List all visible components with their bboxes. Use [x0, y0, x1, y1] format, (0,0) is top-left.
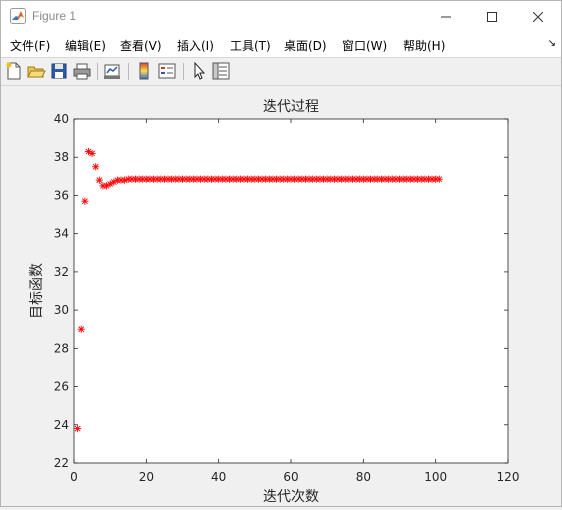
menu-file[interactable]: 文件(F): [10, 37, 50, 54]
x-axis-label: 迭代次数: [263, 489, 319, 505]
menu-tools[interactable]: 工具(T): [230, 37, 271, 54]
toolbar-separator: [128, 63, 129, 80]
minimize-icon: [441, 16, 451, 17]
x-tick-label: 40: [211, 470, 226, 484]
axes-background[interactable]: [73, 118, 509, 464]
data-point: [88, 149, 96, 157]
chart-title: 迭代过程: [263, 99, 319, 115]
data-point: [74, 425, 82, 433]
x-tick-label: 0: [70, 470, 78, 484]
chevron-icon[interactable]: ↘: [548, 38, 556, 49]
menu-window[interactable]: 窗口(W): [342, 37, 387, 54]
y-tick-label: 30: [54, 303, 69, 317]
y-axis-label: 目标函数: [29, 263, 45, 319]
x-tick-label: 100: [424, 470, 447, 484]
x-tick-label: 60: [283, 470, 298, 484]
y-tick-label: 40: [54, 112, 69, 126]
x-tick-label: 120: [497, 470, 520, 484]
property-inspector-icon[interactable]: [211, 61, 231, 81]
link-plot-icon[interactable]: [102, 61, 122, 81]
data-point: [77, 325, 85, 333]
menu-insert[interactable]: 插入(I): [177, 37, 214, 54]
y-tick-label: 36: [54, 188, 69, 202]
maximize-button[interactable]: [469, 1, 515, 32]
y-tick-label: 34: [54, 227, 69, 241]
open-file-icon[interactable]: [26, 61, 46, 81]
menu-desktop[interactable]: 桌面(D): [284, 37, 327, 54]
menu-bar: 文件(F) 编辑(E) 查看(V) 插入(I) 工具(T) 桌面(D) 窗口(W…: [1, 32, 561, 57]
figure-canvas: 迭代过程 迭代次数 目标函数 0 20 40 60 80 100 120 22 24 26 28 30…: [1, 86, 561, 506]
insert-legend-icon[interactable]: [157, 61, 177, 81]
figure-window: Figure 1 文件(F) 编辑(E) 查看(V) 插入(I) 工具(T) 桌…: [0, 0, 562, 507]
window-title: Figure 1: [32, 9, 77, 23]
y-tick-label: 22: [54, 456, 69, 470]
minimize-button[interactable]: [423, 1, 469, 32]
y-tick-label: 24: [54, 418, 69, 432]
y-tick-label: 32: [54, 265, 69, 279]
x-tick-label: 80: [356, 470, 371, 484]
insert-colorbar-icon[interactable]: [134, 61, 154, 81]
menu-help[interactable]: 帮助(H): [403, 37, 445, 54]
toolbar-separator: [97, 63, 98, 80]
new-figure-icon[interactable]: [4, 61, 24, 81]
title-bar[interactable]: Figure 1: [1, 1, 561, 32]
save-icon[interactable]: [49, 61, 69, 81]
print-icon[interactable]: [72, 61, 92, 81]
menu-view[interactable]: 查看(V): [120, 37, 162, 54]
data-point: [435, 175, 443, 183]
edit-plot-icon[interactable]: [189, 61, 209, 81]
data-point: [81, 197, 89, 205]
toolbar: [1, 57, 561, 86]
toolbar-separator: [183, 63, 184, 80]
data-point: [95, 176, 103, 184]
y-tick-label: 38: [54, 150, 69, 164]
plot-svg: 迭代过程 迭代次数 目标函数 0 20 40 60 80 100 120 22 24 26 28 30…: [29, 99, 520, 505]
x-tick-label: 20: [139, 470, 154, 484]
data-point: [92, 163, 100, 171]
matlab-logo-icon: [10, 8, 26, 24]
menu-edit[interactable]: 编辑(E): [65, 37, 106, 54]
close-icon: [533, 11, 543, 22]
maximize-icon: [487, 11, 497, 22]
close-button[interactable]: [515, 1, 561, 32]
y-tick-label: 28: [54, 341, 69, 355]
y-tick-label: 26: [54, 380, 69, 394]
